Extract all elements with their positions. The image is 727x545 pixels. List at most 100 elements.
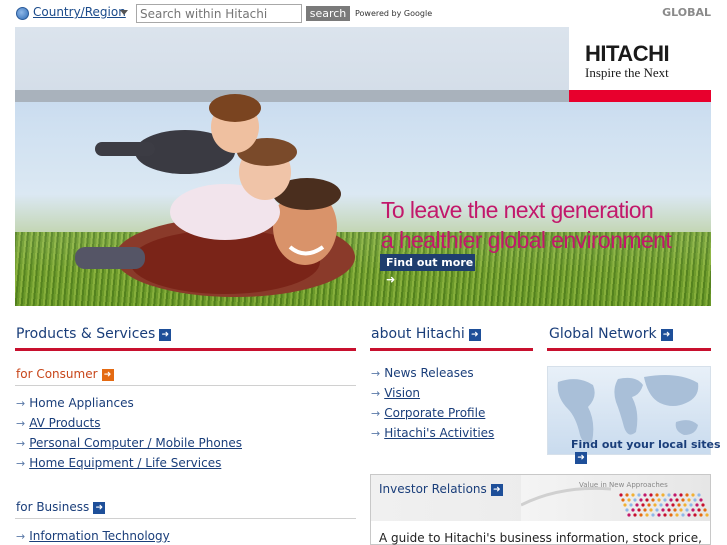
products-underline (15, 348, 356, 351)
family-photo (75, 94, 355, 297)
hitachi-logo[interactable]: HITACHI (585, 41, 670, 67)
continent-europe-africa (614, 377, 643, 435)
investor-dot (631, 493, 635, 497)
list-item[interactable]: → Corporate Profile (371, 406, 494, 426)
hero-headline: To leave the next generation a healthier… (381, 195, 672, 255)
home-appliances-link[interactable]: Home Appliances (29, 396, 134, 410)
investor-dot (695, 503, 699, 507)
list-item[interactable]: → AV Products (16, 416, 242, 436)
hitachi-activities-link[interactable]: Hitachi's Activities (384, 426, 494, 440)
investor-relations-title[interactable]: Investor Relations ➜ (379, 482, 503, 496)
logo-tagline: Inspire the Next (585, 65, 669, 80)
about-list: → News Releases → Vision → Corporate Profil… (371, 366, 494, 446)
investor-dot (637, 508, 641, 512)
arrow-right-icon: ➜ (660, 329, 673, 341)
global-link[interactable]: GLOBAL (662, 6, 711, 19)
investor-dot (641, 503, 645, 507)
investor-dot (651, 513, 655, 517)
corporate-profile-link[interactable]: Corporate Profile (384, 406, 485, 420)
investor-dot (625, 493, 629, 497)
investor-dot (671, 503, 675, 507)
list-item[interactable]: → Vision (371, 386, 494, 406)
about-hitachi-heading[interactable]: about Hitachi ➜ (371, 326, 481, 342)
investor-dot (687, 513, 691, 517)
investor-dot (675, 498, 679, 502)
investor-dot (673, 493, 677, 497)
investor-dot (665, 503, 669, 507)
investor-dot (663, 513, 667, 517)
for-consumer-label: for Consumer (16, 367, 98, 381)
consumer-divider (15, 385, 356, 386)
arrow-right-icon: ➜ (159, 329, 172, 341)
about-hitachi-label: about Hitachi (371, 326, 465, 342)
investor-dot (697, 493, 701, 497)
search-button[interactable]: search (306, 6, 350, 21)
investor-dot (703, 508, 707, 512)
vision-link[interactable]: Vision (384, 386, 420, 400)
investor-dot (681, 513, 685, 517)
list-item[interactable]: → Home Appliances (16, 396, 242, 416)
for-business-heading[interactable]: for Business ➜ (16, 500, 106, 514)
find-out-more-button[interactable]: Find out more ➜ (380, 254, 475, 286)
investor-dot (669, 513, 673, 517)
consumer-list: → Home Appliances → AV Products → Personal … (16, 396, 242, 476)
arrow-icon: → (371, 387, 381, 400)
list-item[interactable]: → Hitachi's Activities (371, 426, 494, 446)
investor-dot (677, 503, 681, 507)
boy-legs (95, 142, 155, 156)
investor-dot (661, 493, 665, 497)
investor-relations-box[interactable]: Value in New Approaches Investor Relatio… (370, 474, 711, 545)
list-item[interactable]: → Personal Computer / Mobile Phones (16, 436, 242, 456)
investor-dot (647, 503, 651, 507)
investor-dot (643, 493, 647, 497)
investor-dot (649, 508, 653, 512)
investor-dot (625, 508, 629, 512)
investor-dot (673, 508, 677, 512)
pc-mobile-link[interactable]: Personal Computer / Mobile Phones (29, 436, 242, 450)
about-underline (370, 348, 533, 351)
search-input[interactable] (136, 4, 302, 23)
products-services-heading[interactable]: Products & Services ➜ (16, 326, 172, 342)
powered-by-google: Powered by Google (355, 9, 433, 18)
investor-dot (681, 498, 685, 502)
home-equipment-link[interactable]: Home Equipment / Life Services (29, 456, 221, 470)
global-network-heading[interactable]: Global Network ➜ (549, 326, 673, 342)
for-business-label: for Business (16, 500, 90, 514)
list-item[interactable]: → News Releases (371, 366, 494, 386)
find-local-sites-link[interactable]: Find out your local sites➜ (571, 438, 727, 464)
av-products-link[interactable]: AV Products (29, 416, 100, 430)
investor-relations-label: Investor Relations (379, 482, 487, 496)
global-network-underline (547, 348, 711, 351)
investor-dot (687, 498, 691, 502)
products-services-label: Products & Services (16, 326, 156, 342)
for-consumer-heading[interactable]: for Consumer ➜ (16, 367, 114, 381)
investor-dot (629, 503, 633, 507)
arrow-icon: → (371, 367, 381, 380)
arrow-right-icon: ➜ (101, 369, 114, 381)
investor-dot (633, 498, 637, 502)
arrow-icon: → (16, 457, 26, 470)
investor-dot (685, 508, 689, 512)
arrow-right-icon: ➜ (93, 502, 106, 514)
investor-dot (649, 493, 653, 497)
investor-dot (667, 493, 671, 497)
news-releases-link[interactable]: News Releases (384, 366, 473, 380)
investor-dot (693, 513, 697, 517)
list-item[interactable]: → Information Technology (16, 529, 170, 545)
investor-dot (657, 498, 661, 502)
investor-graphic: Value in New Approaches (521, 475, 710, 521)
investor-dot (627, 513, 631, 517)
investor-dot (661, 508, 665, 512)
arrow-icon: → (16, 417, 26, 430)
investor-dot (657, 513, 661, 517)
information-technology-link[interactable]: Information Technology (29, 529, 170, 543)
country-region-link[interactable]: Country/Region (33, 5, 126, 19)
chevron-down-icon[interactable] (120, 10, 128, 15)
investor-dot (655, 508, 659, 512)
hero-banner[interactable]: HITACHI Inspire the Next To leave the ne… (15, 27, 711, 306)
list-item[interactable]: → Home Equipment / Life Services (16, 456, 242, 476)
investor-dot (667, 508, 671, 512)
investor-dots-graphic: Value in New Approaches (521, 481, 709, 517)
investor-swoosh (521, 486, 612, 507)
investor-dot (689, 503, 693, 507)
